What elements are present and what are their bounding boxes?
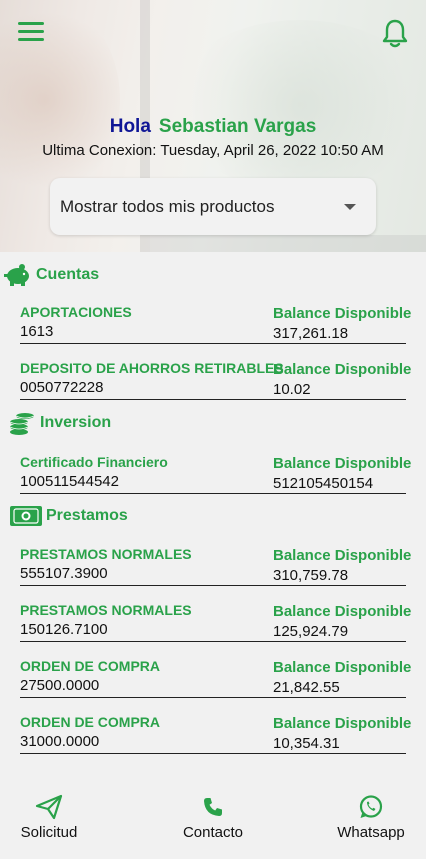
account-row[interactable]: APORTACIONES 1613 Balance Disponible 317… xyxy=(20,304,411,344)
section-title: Inversion xyxy=(40,414,112,431)
account-name: PRESTAMOS NORMALES xyxy=(20,602,192,618)
nav-label: Whatsapp xyxy=(337,824,405,841)
balance-value: 10,354.31 xyxy=(273,735,340,752)
section-inversion: Inversion xyxy=(4,410,111,436)
phone-icon xyxy=(178,790,248,824)
section-title: Cuentas xyxy=(36,266,100,283)
nav-whatsapp[interactable]: Whatsapp xyxy=(334,790,408,841)
balance-label: Balance Disponible xyxy=(273,547,412,564)
whatsapp-icon xyxy=(334,790,408,824)
balance-value: 310,759.78 xyxy=(273,567,349,584)
account-row[interactable]: ORDEN DE COMPRA 31000.0000 Balance Dispo… xyxy=(20,714,411,754)
balance-label: Balance Disponible xyxy=(273,603,412,620)
balance-value: 512105450154 xyxy=(273,475,374,492)
account-row[interactable]: DEPOSITO DE AHORROS RETIRABLES 005077222… xyxy=(20,360,411,400)
hamburger-line xyxy=(18,38,44,41)
account-row[interactable]: ORDEN DE COMPRA 27500.0000 Balance Dispo… xyxy=(20,658,411,698)
account-number: 150126.7100 xyxy=(20,621,108,638)
nav-label: Solicitud xyxy=(20,824,78,841)
greeting-hola: Hola xyxy=(109,116,151,137)
greeting: Hola Sebastian Vargas xyxy=(0,116,426,138)
money-bill-icon xyxy=(6,503,46,529)
chevron-down-icon xyxy=(344,204,356,210)
balance-label: Balance Disponible xyxy=(273,305,412,322)
account-number: 555107.3900 xyxy=(20,565,108,582)
account-number: 100511544542 xyxy=(20,473,119,490)
section-prestamos: Prestamos xyxy=(6,503,128,529)
bell-icon xyxy=(382,19,408,48)
account-name: ORDEN DE COMPRA xyxy=(20,714,161,730)
account-number: 1613 xyxy=(20,323,54,340)
balance-value: 10.02 xyxy=(273,381,311,398)
balance-value: 125,924.79 xyxy=(273,623,349,640)
account-name: PRESTAMOS NORMALES xyxy=(20,546,192,562)
account-number: 27500.0000 xyxy=(20,677,100,694)
last-connection: Ultima Conexion: Tuesday, April 26, 2022… xyxy=(42,142,384,159)
balance-label: Balance Disponible xyxy=(273,715,412,732)
account-number: 0050772228 xyxy=(20,379,104,396)
nav-label: Contacto xyxy=(182,824,244,841)
hamburger-menu-icon xyxy=(18,22,44,25)
account-row[interactable]: PRESTAMOS NORMALES 555107.3900 Balance D… xyxy=(20,546,411,586)
hamburger-line xyxy=(18,30,44,33)
account-number: 31000.0000 xyxy=(20,733,100,750)
paper-plane-icon xyxy=(18,790,80,824)
nav-solicitud[interactable]: Solicitud xyxy=(18,790,80,841)
account-name: Certificado Financiero xyxy=(20,454,168,470)
account-row[interactable]: Certificado Financiero 100511544542 Bala… xyxy=(20,454,411,494)
balance-value: 317,261.18 xyxy=(273,325,349,342)
account-name: ORDEN DE COMPRA xyxy=(20,658,161,674)
nav-contacto[interactable]: Contacto xyxy=(178,790,248,841)
account-row[interactable]: PRESTAMOS NORMALES 150126.7100 Balance D… xyxy=(20,602,411,642)
notifications-button[interactable] xyxy=(380,18,410,50)
bottom-navigation: Solicitud Contacto Whatsapp xyxy=(0,790,426,859)
balance-label: Balance Disponible xyxy=(273,361,412,378)
section-cuentas: Cuentas xyxy=(0,262,99,288)
product-filter-dropdown[interactable]: Mostrar todos mis productos xyxy=(50,178,376,235)
piggy-bank-icon xyxy=(0,262,36,288)
section-title: Prestamos xyxy=(46,507,128,524)
balance-label: Balance Disponible xyxy=(273,455,412,472)
coins-stack-icon xyxy=(4,410,40,436)
account-name: DEPOSITO DE AHORROS RETIRABLES xyxy=(20,360,284,376)
balance-label: Balance Disponible xyxy=(273,659,412,676)
balance-value: 21,842.55 xyxy=(273,679,340,696)
user-name: Sebastian Vargas xyxy=(158,116,317,137)
product-filter-value: Mostrar todos mis productos xyxy=(60,196,275,216)
menu-button[interactable] xyxy=(18,22,44,46)
account-name: APORTACIONES xyxy=(20,304,132,320)
